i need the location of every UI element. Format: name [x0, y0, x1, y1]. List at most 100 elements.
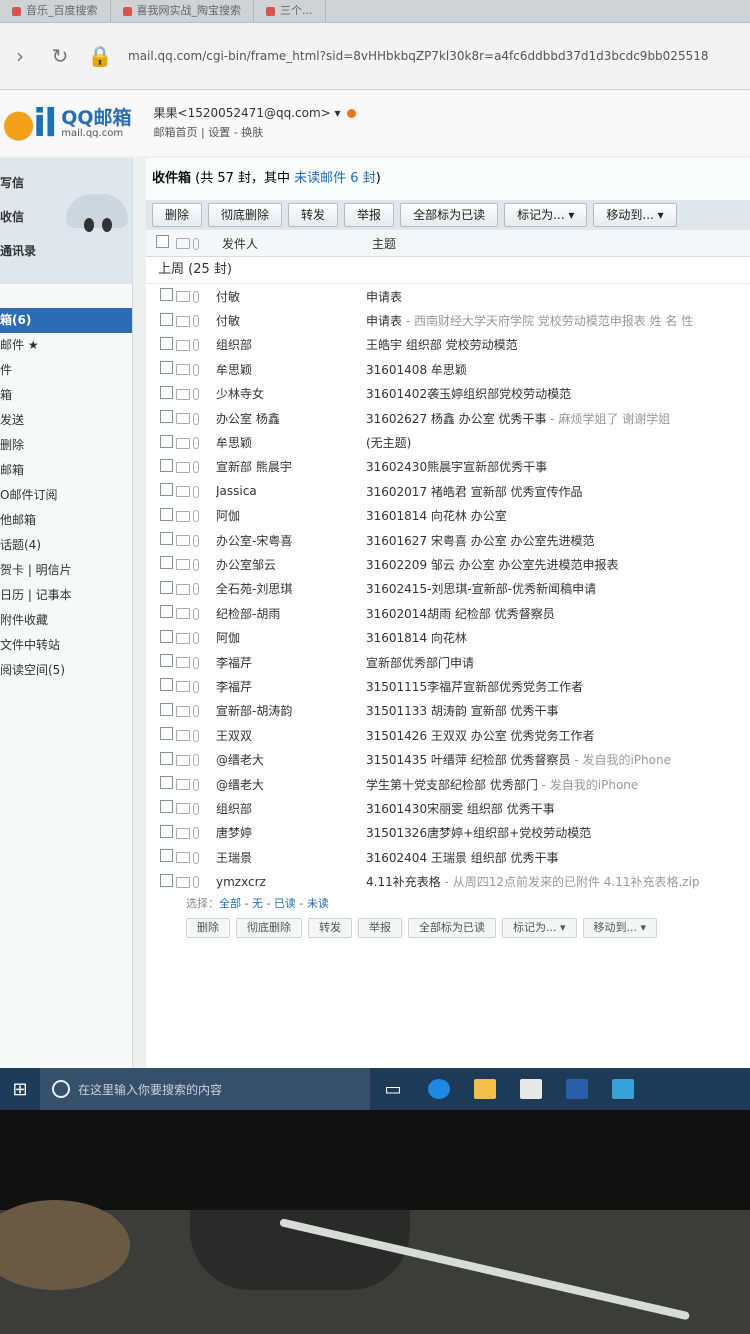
col-from[interactable]: 发件人: [222, 235, 372, 252]
toolbar-button[interactable]: 移动到... ▾: [582, 917, 658, 938]
windows-start-icon[interactable]: ⊞: [0, 1079, 40, 1100]
row-checkbox[interactable]: [160, 776, 173, 789]
mail-subject[interactable]: 31501426 王双双 办公室 优秀党务工作者: [366, 727, 750, 744]
toolbar-button[interactable]: 举报: [344, 203, 395, 227]
toolbar-button[interactable]: 标记为... ▾: [504, 203, 588, 227]
sidebar-folder[interactable]: 他邮箱: [0, 508, 132, 533]
select-all-checkbox[interactable]: [156, 235, 169, 248]
row-checkbox[interactable]: [160, 873, 173, 887]
mail-subject[interactable]: 31602404 王瑞景 组织部 优秀干事: [366, 849, 750, 866]
sidebar-folder[interactable]: 发送: [0, 408, 132, 433]
mail-subject[interactable]: 王皓宇 组织部 党校劳动模范: [366, 336, 750, 353]
store-icon[interactable]: [508, 1068, 554, 1110]
toolbar-button[interactable]: 全部标为已读: [400, 203, 499, 227]
sidebar-folder[interactable]: 文件中转站: [0, 633, 132, 658]
row-checkbox[interactable]: [160, 507, 173, 521]
mail-row[interactable]: 少林寺女 31601402袭玉婷组织部党校劳动模范: [146, 382, 750, 406]
sidebar-folder[interactable]: 附件收藏: [0, 608, 132, 633]
mail-row[interactable]: 王双双 31501426 王双双 办公室 优秀党务工作者: [146, 723, 750, 747]
row-checkbox[interactable]: [160, 288, 173, 302]
select-links[interactable]: 全部 - 无 - 已读 - 未读: [219, 897, 329, 910]
mail-subject[interactable]: 31601408 牟思颖: [366, 361, 750, 378]
mail-row[interactable]: 办公室-宋粤喜 31601627 宋粤喜 办公室 办公室先进模范: [146, 528, 750, 552]
mail-row[interactable]: 宣新部 熊晨宇 31602430熊晨宇宣新部优秀干事: [146, 455, 750, 479]
mail-row[interactable]: 纪检部-胡雨 31602014胡雨 纪检部 优秀督察员: [146, 601, 750, 625]
file-explorer-icon[interactable]: [462, 1068, 508, 1110]
browser-tab[interactable]: 喜我网实战_陶宝搜索: [111, 0, 254, 22]
sidebar-folder[interactable]: 邮件 ★: [0, 333, 132, 358]
sidebar-folder[interactable]: 话题(4): [0, 533, 132, 558]
toolbar-button[interactable]: 转发: [288, 203, 339, 227]
word-icon[interactable]: [554, 1068, 600, 1110]
row-checkbox[interactable]: [160, 849, 173, 863]
row-checkbox[interactable]: [160, 629, 173, 643]
row-checkbox[interactable]: [160, 605, 173, 619]
mail-subject[interactable]: 31601627 宋粤喜 办公室 办公室先进模范: [366, 532, 750, 549]
mail-row[interactable]: 牟思颖 (无主题): [146, 430, 750, 454]
mail-row[interactable]: 付敏 申请表: [146, 284, 750, 308]
mail-subject[interactable]: 学生第十党支部纪检部 优秀部门 - 发自我的iPhone: [366, 776, 750, 793]
mail-row[interactable]: @缙老大 学生第十党支部纪检部 优秀部门 - 发自我的iPhone: [146, 772, 750, 796]
browser-tab[interactable]: 三个...: [254, 0, 326, 22]
mail-subject[interactable]: 31602627 杨鑫 办公室 优秀干事 - 麻烦学姐了 谢谢学姐: [366, 410, 750, 427]
mail-subject[interactable]: 31501326唐梦婷+组织部+党校劳动模范: [366, 824, 750, 841]
mail-row[interactable]: ymzxcrz 4.11补充表格 - 从周四12点前发来的已附件 4.11补充表格…: [146, 869, 750, 893]
row-checkbox[interactable]: [160, 361, 173, 375]
row-checkbox[interactable]: [160, 336, 173, 350]
sidebar-folder[interactable]: 删除: [0, 433, 132, 458]
row-checkbox[interactable]: [160, 410, 173, 424]
toolbar-button[interactable]: 删除: [186, 917, 230, 938]
mail-subject[interactable]: (无主题): [366, 434, 750, 451]
mail-subject[interactable]: 31601814 向花林: [366, 629, 750, 646]
mail-subject[interactable]: 31602014胡雨 纪检部 优秀督察员: [366, 605, 750, 622]
toolbar-button[interactable]: 举报: [358, 917, 402, 938]
row-checkbox[interactable]: [160, 727, 173, 741]
toolbar-button[interactable]: 标记为... ▾: [502, 917, 577, 938]
qqmail-logo[interactable]: ●il QQ邮箱 mail.qq.com: [0, 101, 132, 145]
row-checkbox[interactable]: [160, 824, 173, 838]
mail-row[interactable]: @缙老大 31501435 叶缙萍 纪检部 优秀督察员 - 发自我的iPhone: [146, 747, 750, 771]
taskbar-search[interactable]: 在这里输入你要搜索的内容: [40, 1068, 370, 1110]
unread-link[interactable]: 未读邮件 6 封: [294, 171, 376, 186]
mail-subject[interactable]: 31602017 褚皓君 宣新部 优秀宣传作品: [366, 483, 750, 500]
mail-row[interactable]: 组织部 王皓宇 组织部 党校劳动模范: [146, 333, 750, 357]
mail-row[interactable]: 唐梦婷 31501326唐梦婷+组织部+党校劳动模范: [146, 821, 750, 845]
row-checkbox[interactable]: [160, 556, 173, 570]
mail-row[interactable]: 阿伽 31601814 向花林: [146, 625, 750, 649]
row-checkbox[interactable]: [160, 800, 173, 814]
mail-row[interactable]: Jassica 31602017 褚皓君 宣新部 优秀宣传作品: [146, 479, 750, 503]
mail-subject[interactable]: 申请表: [366, 288, 750, 305]
mail-subject[interactable]: 申请表 - 西南财经大学天府学院 党校劳动模范申报表 姓 名 性: [366, 312, 750, 329]
row-checkbox[interactable]: [160, 312, 173, 326]
user-account[interactable]: 果果<1520052471@qq.com> ▾: [154, 106, 341, 120]
toolbar-button[interactable]: 删除: [152, 203, 203, 227]
mail-subject[interactable]: 31501435 叶缙萍 纪检部 优秀督察员 - 发自我的iPhone: [366, 751, 750, 768]
row-checkbox[interactable]: [160, 580, 173, 594]
mail-row[interactable]: 阿伽 31601814 向花林 办公室: [146, 504, 750, 528]
row-checkbox[interactable]: [160, 678, 173, 692]
url-field[interactable]: mail.qq.com/cgi-bin/frame_html?sid=8vHHb…: [120, 49, 750, 63]
mail-row[interactable]: 全石苑-刘思琪 31602415-刘思琪-宣新部-优秀新闻稿申请: [146, 577, 750, 601]
row-checkbox[interactable]: [160, 385, 173, 399]
sidebar-folder[interactable]: 箱(6): [0, 308, 132, 333]
mail-row[interactable]: 王瑞景 31602404 王瑞景 组织部 优秀干事: [146, 845, 750, 869]
mail-row[interactable]: 李福芹 宣新部优秀部门申请: [146, 650, 750, 674]
mail-subject[interactable]: 31602415-刘思琪-宣新部-优秀新闻稿申请: [366, 580, 750, 597]
sidebar-folder[interactable]: O邮件订阅: [0, 483, 132, 508]
sidebar-contacts[interactable]: 通讯录: [0, 234, 132, 268]
toolbar-button[interactable]: 彻底删除: [236, 917, 302, 938]
row-checkbox[interactable]: [160, 702, 173, 716]
mail-subject[interactable]: 31602209 邹云 办公室 办公室先进模范申报表: [366, 556, 750, 573]
mail-row[interactable]: 组织部 31601430宋丽雯 组织部 优秀干事: [146, 796, 750, 820]
toolbar-button[interactable]: 全部标为已读: [408, 917, 496, 938]
browser-tab[interactable]: 音乐_百度搜索: [0, 0, 111, 22]
header-links[interactable]: 邮箱首页 | 设置 - 换肤: [154, 123, 356, 143]
mail-row[interactable]: 付敏 申请表 - 西南财经大学天府学院 党校劳动模范申报表 姓 名 性: [146, 308, 750, 332]
mail-row[interactable]: 牟思颖 31601408 牟思颖: [146, 357, 750, 381]
edge-browser-icon[interactable]: [416, 1068, 462, 1110]
row-checkbox[interactable]: [160, 654, 173, 668]
mail-subject[interactable]: 31602430熊晨宇宣新部优秀干事: [366, 458, 750, 475]
row-checkbox[interactable]: [160, 434, 173, 448]
sidebar-folder[interactable]: 阅读空间(5): [0, 658, 132, 683]
sidebar-folder[interactable]: 邮箱: [0, 458, 132, 483]
